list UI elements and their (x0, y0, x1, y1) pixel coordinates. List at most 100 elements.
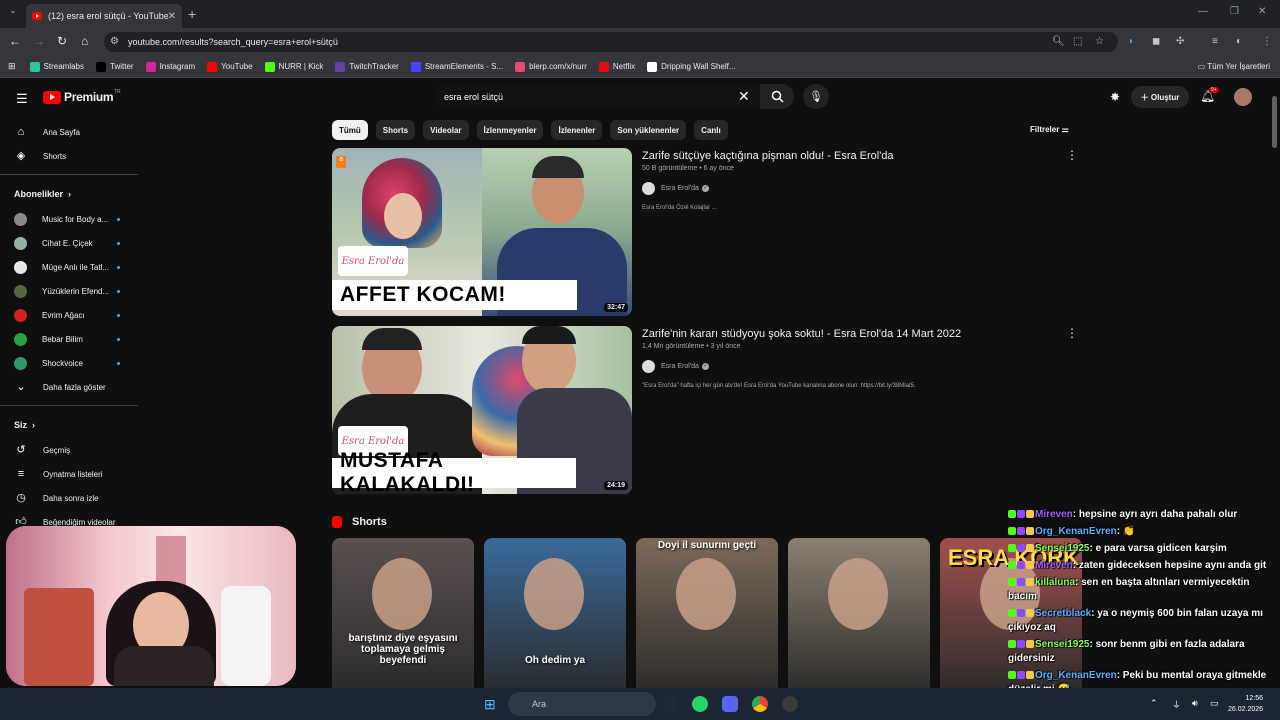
bookmark-item[interactable]: NURR | Kick (264, 61, 323, 72)
sidebar-item-home[interactable]: ⌂ Ana Sayfa (0, 120, 138, 144)
create-button[interactable]: ＋ Oluştur (1131, 86, 1189, 108)
subscription-item[interactable]: Evrim Ağacı (0, 303, 138, 327)
address-bar[interactable]: youtube.com/results?search_query=esra+er… (104, 32, 1118, 52)
forward-button[interactable]: → (33, 34, 45, 48)
video-result[interactable]: a Esra Erol'da AFFET KOCAM! 32:47 Zarife… (332, 148, 1092, 316)
bookmark-item[interactable]: TwitchTracker (335, 61, 399, 72)
filter-chip[interactable]: Tümü (332, 120, 368, 140)
chrome-icon[interactable] (752, 696, 768, 712)
video-result[interactable]: Esra Erol'da MUSTAFA KALAKALDI! 24:19 Za… (332, 326, 1092, 494)
hamburger-menu-icon[interactable]: ☰ (16, 91, 28, 107)
subscription-item[interactable]: Cihat E. Çiçek (0, 231, 138, 255)
account-avatar[interactable] (1234, 88, 1252, 106)
zoom-icon[interactable]: 🔍︎ (1052, 36, 1065, 47)
channel-link[interactable]: Esra Erol'da ✓ (642, 360, 709, 373)
whatsapp-icon[interactable] (692, 696, 708, 712)
back-button[interactable]: ← (9, 34, 21, 48)
close-tab-icon[interactable]: ✕ (168, 11, 176, 22)
page-scrollbar[interactable] (1272, 96, 1277, 148)
tray-chevron-icon[interactable]: ⌃ (1150, 698, 1158, 709)
close-window-button[interactable]: ✕ (1258, 6, 1266, 17)
chat-username: Org_KenanEvren (1035, 526, 1117, 537)
sidebar-item-watch-later[interactable]: ◷ Daha sonra izle (0, 486, 138, 510)
more-actions-icon[interactable]: ⋮ (1066, 326, 1078, 340)
short-card[interactable]: barıştınız diye eşyasını toplamaya gelmi… (332, 538, 474, 696)
bookmark-item[interactable]: StreamElements - S... (410, 61, 503, 72)
bookmark-item[interactable]: YouTube (207, 61, 253, 72)
video-thumbnail[interactable]: Esra Erol'da MUSTAFA KALAKALDI! 24:19 (332, 326, 632, 494)
network-icon[interactable]: ⏚ (1172, 698, 1181, 711)
subscription-item[interactable]: Shockvoice (0, 351, 138, 375)
video-thumbnail[interactable]: a Esra Erol'da AFFET KOCAM! 32:47 (332, 148, 632, 316)
clear-search-icon[interactable]: ✕ (738, 88, 750, 105)
tab-search-button[interactable]: ⌄ (6, 6, 20, 20)
show-more-button[interactable]: ⌄ Daha fazla göster (0, 375, 138, 399)
bookmark-item[interactable]: blerp.com/x/nurr (515, 61, 587, 72)
taskbar-clock[interactable]: 12:56 26.02.2026 (1228, 693, 1263, 715)
bookmark-item[interactable]: Streamlabs (29, 61, 84, 72)
filter-chip[interactable]: İzlenenler (551, 120, 603, 140)
filter-chip[interactable]: Son yüklenenler (610, 120, 687, 140)
subscription-item[interactable]: Music for Body a... (0, 207, 138, 231)
short-card[interactable]: Doyi il sunurını geçti (636, 538, 778, 696)
battery-icon[interactable]: ▭ (1210, 698, 1219, 709)
short-card[interactable] (788, 538, 930, 696)
filters-button[interactable]: Filtreler ⚌ (1030, 125, 1069, 134)
filter-chip[interactable]: Shorts (375, 120, 416, 140)
apps-grid-icon[interactable]: ⊞ (8, 61, 16, 72)
bookmark-item[interactable]: Netflix (598, 61, 635, 72)
bookmark-favicon-icon (515, 61, 526, 72)
sidebar-item-history[interactable]: ↺ Geçmiş (0, 438, 138, 462)
thumbnail-caption: AFFET KOCAM! (332, 280, 577, 310)
subscription-item[interactable]: Yüzüklerin Efend... (0, 279, 138, 303)
bookmark-item[interactable]: Instagram (145, 61, 195, 72)
restore-button[interactable]: ❐ (1230, 6, 1239, 17)
volume-icon[interactable]: 🔊︎ (1192, 698, 1198, 709)
search-button[interactable] (760, 84, 794, 109)
obs-icon[interactable] (782, 696, 798, 712)
install-icon[interactable]: ⬚ (1073, 36, 1082, 47)
filter-chip[interactable]: İzlenmeyenler (476, 120, 544, 140)
subscription-item[interactable]: Müge Anlı ile Tatl... (0, 255, 138, 279)
all-bookmarks[interactable]: ▭ Tüm Yer İşaretleri (1198, 62, 1270, 71)
youtube-logo[interactable]: Premium TR (43, 89, 121, 104)
verified-icon: ✓ (701, 185, 709, 192)
you-header[interactable]: Siz › (0, 412, 138, 438)
windows-start-icon[interactable]: ⊞ (484, 696, 500, 712)
taskbar-search[interactable]: Ara (508, 692, 656, 716)
reload-button[interactable]: ↻ (57, 34, 67, 48)
filter-chip[interactable]: Canlı (694, 120, 728, 140)
menu-dots-icon[interactable]: ⋮ (1262, 36, 1272, 47)
short-card[interactable]: Oh dedim ya (484, 538, 626, 696)
extension-2-icon[interactable]: ◼ (1152, 36, 1160, 47)
extension-icon[interactable]: ◗ (1128, 36, 1134, 47)
discord-icon[interactable] (722, 696, 738, 712)
home-button[interactable]: ⌂ (81, 34, 88, 48)
sidebar-item-label: Daha fazla göster (43, 382, 106, 392)
video-title[interactable]: Zarife sütçüye kaçtığına pişman oldu! - … (642, 150, 894, 162)
video-meta: 1,4 Mn görüntüleme • 3 yıl önce (642, 343, 741, 350)
sidebar-item-playlists[interactable]: ≡ Oynatma listeleri (0, 462, 138, 486)
sidebar-item-shorts[interactable]: ◈ Shorts (0, 144, 138, 168)
reading-list-icon[interactable]: ≡ (1212, 36, 1218, 47)
new-tab-button[interactable]: + (188, 6, 196, 22)
bookmark-star-icon[interactable]: ☆ (1095, 36, 1104, 47)
bookmark-favicon-icon (96, 61, 107, 72)
steam-icon[interactable] (662, 696, 678, 712)
video-title[interactable]: Zarife'nin kararı stüdyoyu şoka soktu! -… (642, 328, 961, 340)
site-info-icon[interactable]: ⚙ (110, 36, 119, 47)
channel-link[interactable]: Esra Erol'da ✓ (642, 182, 709, 195)
premium-extension-icon[interactable]: ✸ (1110, 90, 1120, 104)
more-actions-icon[interactable]: ⋮ (1066, 148, 1078, 162)
subscriptions-header[interactable]: Abonelikler › (0, 181, 138, 207)
minimize-button[interactable]: — (1198, 6, 1208, 17)
subscription-item[interactable]: Bebar Bilim (0, 327, 138, 351)
extensions-puzzle-icon[interactable]: ✣ (1176, 36, 1184, 47)
filter-chip[interactable]: Videolar (423, 120, 469, 140)
bookmark-item[interactable]: Dripping Wall Shelf... (647, 61, 736, 72)
bookmark-item[interactable]: Twitter (96, 61, 134, 72)
profile-icon[interactable]: ◐ (1236, 36, 1242, 47)
tab-youtube[interactable]: (12) esra erol sütçü - YouTube ✕ (26, 4, 182, 28)
voice-search-button[interactable]: 🎙︎ (803, 84, 829, 109)
search-input[interactable]: esra erol sütçü (434, 84, 760, 109)
